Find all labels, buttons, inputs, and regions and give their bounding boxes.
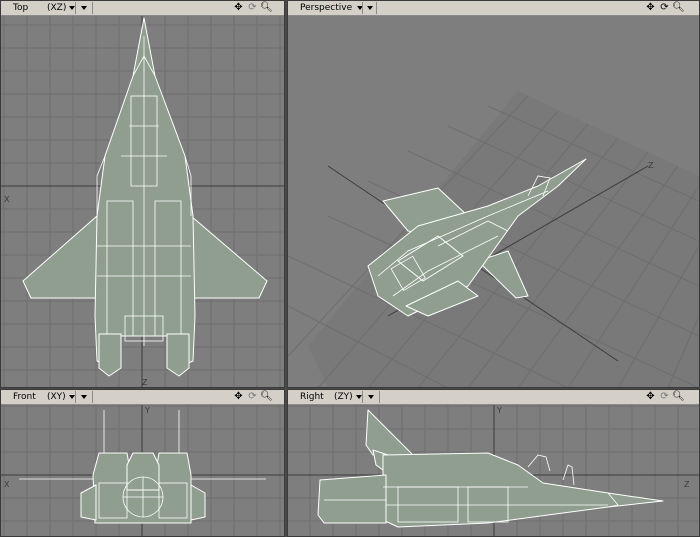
separator — [75, 2, 76, 14]
separator — [379, 391, 380, 403]
chevron-down-icon — [355, 394, 362, 399]
right-view-drawing: Z Y — [288, 405, 699, 536]
perspective-view-drawing: Z — [288, 91, 699, 387]
axis-label-z: Z — [648, 161, 654, 170]
zoom-icon[interactable]: 🔍︎ — [672, 391, 685, 403]
viewport-header-top: Top (XZ) ✥ ⟳ 🔍︎ — [1, 1, 284, 16]
viewport-canvas-right[interactable]: Z Y — [288, 405, 699, 536]
rotate-icon[interactable]: ⟳ — [658, 2, 671, 14]
viewport-perspective[interactable]: Perspective ✥ ⟳ 🔍︎ Z — [287, 0, 700, 388]
chevron-down-icon — [367, 5, 373, 10]
viewport-front[interactable]: Front (XY) ✥ ⟳ 🔍︎ X Y — [0, 389, 285, 537]
viewport-canvas-perspective[interactable]: Z — [288, 16, 699, 387]
rotate-icon[interactable]: ⟳ — [246, 391, 259, 403]
axis-label-y: Y — [496, 406, 502, 415]
separator — [92, 391, 93, 403]
view-mode-dropdown-right[interactable]: (ZY) — [334, 390, 362, 404]
chevron-down-icon — [81, 5, 87, 10]
move-icon[interactable]: ✥ — [232, 391, 245, 403]
rotate-icon[interactable]: ⟳ — [658, 391, 671, 403]
view-mode-dropdown-front[interactable]: (XY) — [47, 390, 75, 404]
render-mode-dropdown-top[interactable] — [78, 1, 87, 15]
chevron-down-icon — [368, 394, 374, 399]
viewport-title-top: Top — [13, 3, 29, 13]
viewport-top[interactable]: Top (XZ) ✥ ⟳ 🔍︎ X Z — [0, 0, 285, 388]
viewport-title-right: Right — [300, 392, 324, 402]
chevron-down-icon — [68, 394, 75, 399]
front-view-drawing: X Y — [1, 405, 284, 536]
zoom-icon[interactable]: 🔍︎ — [260, 391, 273, 403]
top-view-drawing: X Z — [1, 16, 284, 387]
zoom-icon[interactable]: 🔍︎ — [260, 2, 273, 14]
axis-label-y: Y — [144, 406, 150, 415]
separator — [376, 2, 377, 14]
move-icon[interactable]: ✥ — [644, 2, 657, 14]
viewport-canvas-top[interactable]: X Z — [1, 16, 284, 387]
viewport-canvas-front[interactable]: X Y — [1, 405, 284, 536]
view-mode-dropdown-top[interactable]: (XZ) — [47, 1, 76, 15]
separator — [362, 2, 363, 14]
render-mode-dropdown-perspective[interactable] — [364, 1, 373, 15]
axis-label-x: X — [4, 195, 10, 204]
viewport-header-front: Front (XY) ✥ ⟳ 🔍︎ — [1, 390, 284, 405]
viewport-header-perspective: Perspective ✥ ⟳ 🔍︎ — [288, 1, 699, 16]
chevron-down-icon — [81, 394, 87, 399]
separator — [362, 391, 363, 403]
move-icon[interactable]: ✥ — [644, 391, 657, 403]
axis-label-z: Z — [142, 378, 148, 387]
viewport-header-right: Right (ZY) ✥ ⟳ 🔍︎ — [288, 390, 699, 405]
zoom-icon[interactable]: 🔍︎ — [672, 2, 685, 14]
separator — [92, 2, 93, 14]
axis-label-x: X — [4, 480, 10, 489]
rotate-icon[interactable]: ⟳ — [246, 2, 259, 14]
move-icon[interactable]: ✥ — [232, 2, 245, 14]
aircraft-top — [22, 17, 268, 377]
viewport-title-perspective: Perspective — [300, 3, 353, 13]
viewport-right[interactable]: Right (ZY) ✥ ⟳ 🔍︎ Z Y — [287, 389, 700, 537]
axis-label-z: Z — [684, 480, 690, 489]
render-mode-dropdown-front[interactable] — [78, 390, 87, 404]
viewport-title-front: Front — [13, 392, 36, 402]
separator — [75, 391, 76, 403]
aircraft-right — [317, 409, 664, 528]
render-mode-dropdown-right[interactable] — [365, 390, 374, 404]
